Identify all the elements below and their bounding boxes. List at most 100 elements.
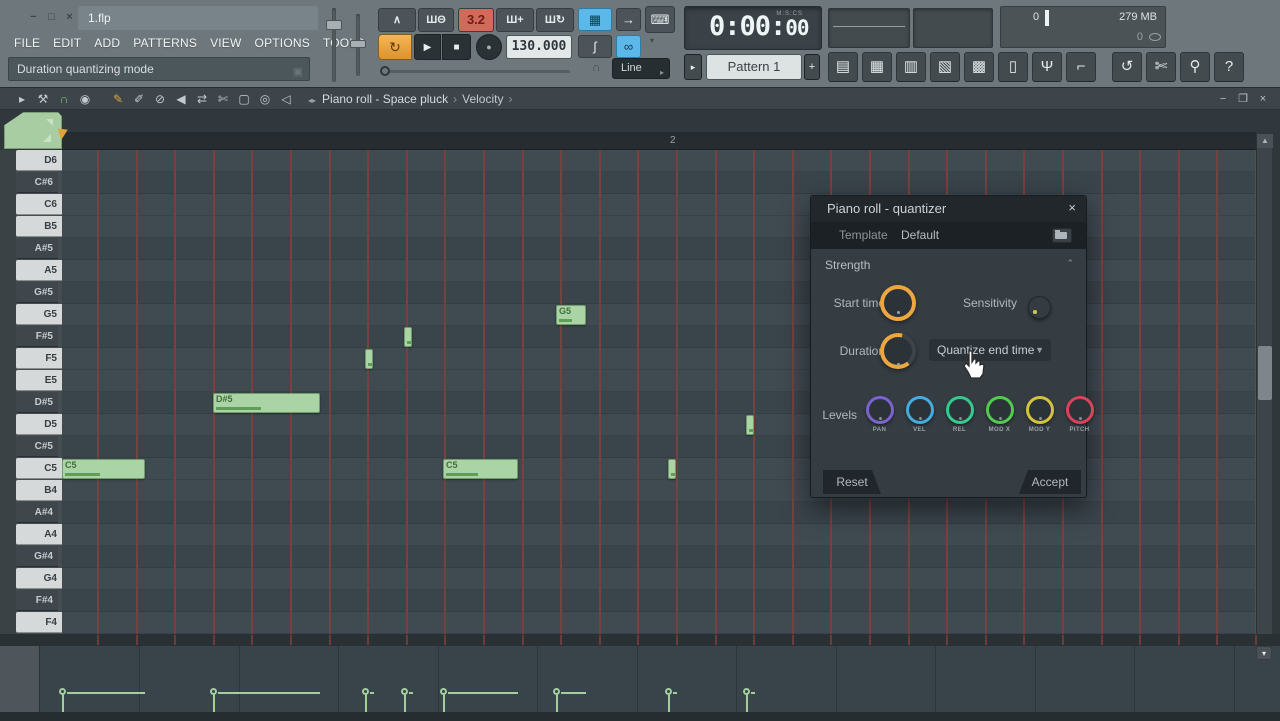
- pattern-song-toggle[interactable]: ↻: [378, 34, 412, 60]
- piano-key-a4[interactable]: A4: [16, 524, 62, 545]
- note-g5[interactable]: G5: [556, 305, 586, 325]
- knob-ring[interactable]: [986, 396, 1014, 424]
- cut-tool-button[interactable]: ✄: [1146, 52, 1176, 82]
- template-value[interactable]: Default: [901, 228, 939, 242]
- snap-magnet-icon[interactable]: ∩: [54, 88, 74, 110]
- tools-icon[interactable]: ⚒: [33, 88, 53, 110]
- piano-key-cs5[interactable]: C#5: [16, 436, 58, 457]
- piano-key-gs4[interactable]: G#4: [16, 546, 58, 567]
- knob-ring[interactable]: [866, 396, 894, 424]
- help-button[interactable]: ?: [1214, 52, 1244, 82]
- note-c5[interactable]: C5: [62, 459, 145, 479]
- zoom-tool-icon[interactable]: ◎: [255, 88, 275, 110]
- note-f5[interactable]: [365, 349, 373, 369]
- piano-key-gs5[interactable]: G#5: [16, 282, 58, 303]
- step-edit-button[interactable]: →: [616, 8, 641, 31]
- piano-roll-button[interactable]: ▥: [896, 52, 926, 82]
- delete-tool-icon[interactable]: ⊘: [150, 88, 170, 110]
- note-ds5[interactable]: D#5: [213, 393, 320, 413]
- stop-button[interactable]: ■: [442, 34, 471, 60]
- menu-arrow-icon[interactable]: ▸: [12, 88, 32, 110]
- plugin-database-button[interactable]: ▧: [930, 52, 960, 82]
- menu-patterns[interactable]: PATTERNS: [133, 36, 197, 50]
- maximize-button[interactable]: □: [44, 11, 59, 24]
- slice-tool-icon[interactable]: ✄: [213, 88, 233, 110]
- level-knob-mod-y[interactable]: MOD Y: [1023, 396, 1056, 433]
- record-button[interactable]: ●: [476, 34, 502, 60]
- preview-icon[interactable]: ◁: [276, 88, 296, 110]
- level-knob-rel[interactable]: REL: [943, 396, 976, 433]
- pattern-prev-button[interactable]: ▸: [684, 54, 702, 80]
- duration-mode-dropdown[interactable]: Quantize end time ▼: [929, 339, 1051, 361]
- plugin-picker-button[interactable]: Ψ: [1032, 52, 1062, 82]
- note-d5[interactable]: [746, 415, 754, 435]
- note-c5[interactable]: C5: [443, 459, 518, 479]
- piano-key-g5[interactable]: G5: [16, 304, 62, 325]
- main-pitch-thumb[interactable]: [350, 40, 366, 48]
- countdown-display[interactable]: 3.2: [458, 8, 494, 32]
- quantizer-titlebar[interactable]: Piano roll - quantizer ×: [811, 196, 1086, 222]
- touch-controller-button[interactable]: ⌐: [1066, 52, 1096, 82]
- pr-minimize-button[interactable]: −: [1214, 88, 1232, 110]
- piano-key-g4[interactable]: G4: [16, 568, 62, 589]
- piano-key-c6[interactable]: C6: [16, 194, 62, 215]
- section-collapse-icon[interactable]: ⌃: [1066, 258, 1074, 269]
- wait-for-input-button[interactable]: ШΘ: [418, 8, 454, 32]
- level-knob-mod-x[interactable]: MOD X: [983, 396, 1016, 433]
- knob-ring[interactable]: [906, 396, 934, 424]
- piano-key-f5[interactable]: F5: [16, 348, 62, 369]
- menu-view[interactable]: VIEW: [210, 36, 241, 50]
- timeline-ruler[interactable]: 2: [62, 132, 1256, 150]
- piano-roll-titlebar[interactable]: ▸⚒∩◉✎✐⊘◀⇄✄▢◎◁ ◂▸Piano roll - Space pluck…: [0, 88, 1280, 110]
- start-time-knob[interactable]: [880, 285, 916, 321]
- mute-tool-icon[interactable]: ◀: [171, 88, 191, 110]
- template-folder-icon[interactable]: [1052, 228, 1072, 243]
- reset-button[interactable]: Reset: [823, 470, 881, 494]
- level-knob-pan[interactable]: PAN: [863, 396, 896, 433]
- mic-record-button[interactable]: ⚲: [1180, 52, 1210, 82]
- piano-key-d5[interactable]: D5: [16, 414, 62, 435]
- level-knob-vel[interactable]: VEL: [903, 396, 936, 433]
- piano-key-b4[interactable]: B4: [16, 480, 62, 501]
- project-tab[interactable]: 1.flp: [78, 6, 318, 30]
- breadcrumb-main[interactable]: Piano roll - Space pluck: [322, 92, 448, 106]
- quantizer-close-icon[interactable]: ×: [1068, 200, 1076, 215]
- midi-keyboard-button[interactable]: ▦: [578, 8, 612, 31]
- mixer-button[interactable]: ▩: [964, 52, 994, 82]
- j-curve-button[interactable]: ʃ: [578, 35, 612, 58]
- browser-button[interactable]: ▯: [998, 52, 1028, 82]
- piano-key-fs5[interactable]: F#5: [16, 326, 58, 347]
- pattern-display[interactable]: Pattern 1: [706, 54, 802, 80]
- time-display[interactable]: 0:00:00 M:S:CS: [684, 6, 822, 50]
- piano-key-b5[interactable]: B5: [16, 216, 62, 237]
- breadcrumb-target[interactable]: Velocity: [462, 92, 503, 106]
- piano-key-f4[interactable]: F4: [16, 612, 62, 633]
- level-knob-pitch[interactable]: PITCH: [1063, 396, 1096, 433]
- vertical-scroll-thumb[interactable]: [1258, 346, 1272, 400]
- vertical-scrollbar[interactable]: ▲ ▼: [1256, 134, 1272, 700]
- lane-scroll-button[interactable]: ▾: [1256, 646, 1272, 660]
- scroll-up-button[interactable]: ▲: [1257, 134, 1273, 148]
- menu-edit[interactable]: EDIT: [53, 36, 81, 50]
- shuttle-knob[interactable]: [380, 66, 390, 76]
- play-button[interactable]: ▶: [414, 34, 441, 60]
- piano-key-e5[interactable]: E5: [16, 370, 62, 391]
- pr-restore-button[interactable]: ❐: [1234, 88, 1252, 110]
- close-button[interactable]: ×: [62, 11, 77, 24]
- piano-key-as4[interactable]: A#4: [16, 502, 58, 523]
- piano-key-as5[interactable]: A#5: [16, 238, 58, 259]
- sensitivity-knob[interactable]: [1028, 296, 1051, 319]
- piano-key-cs6[interactable]: C#6: [16, 172, 58, 193]
- piano-key-ds5[interactable]: D#5: [16, 392, 58, 413]
- minimize-button[interactable]: −: [26, 11, 41, 24]
- lane-splitter[interactable]: [0, 634, 1280, 646]
- knob-ring[interactable]: [1066, 396, 1094, 424]
- piano-key-fs4[interactable]: F#4: [16, 590, 58, 611]
- link-button[interactable]: ∞: [616, 35, 641, 58]
- stamp-icon[interactable]: ◉: [75, 88, 95, 110]
- piano-key-a5[interactable]: A5: [16, 260, 62, 281]
- paint-tool-icon[interactable]: ✐: [129, 88, 149, 110]
- metronome-button[interactable]: ∧: [378, 8, 416, 32]
- accept-button[interactable]: Accept: [1019, 470, 1081, 494]
- note-c5[interactable]: [668, 459, 676, 479]
